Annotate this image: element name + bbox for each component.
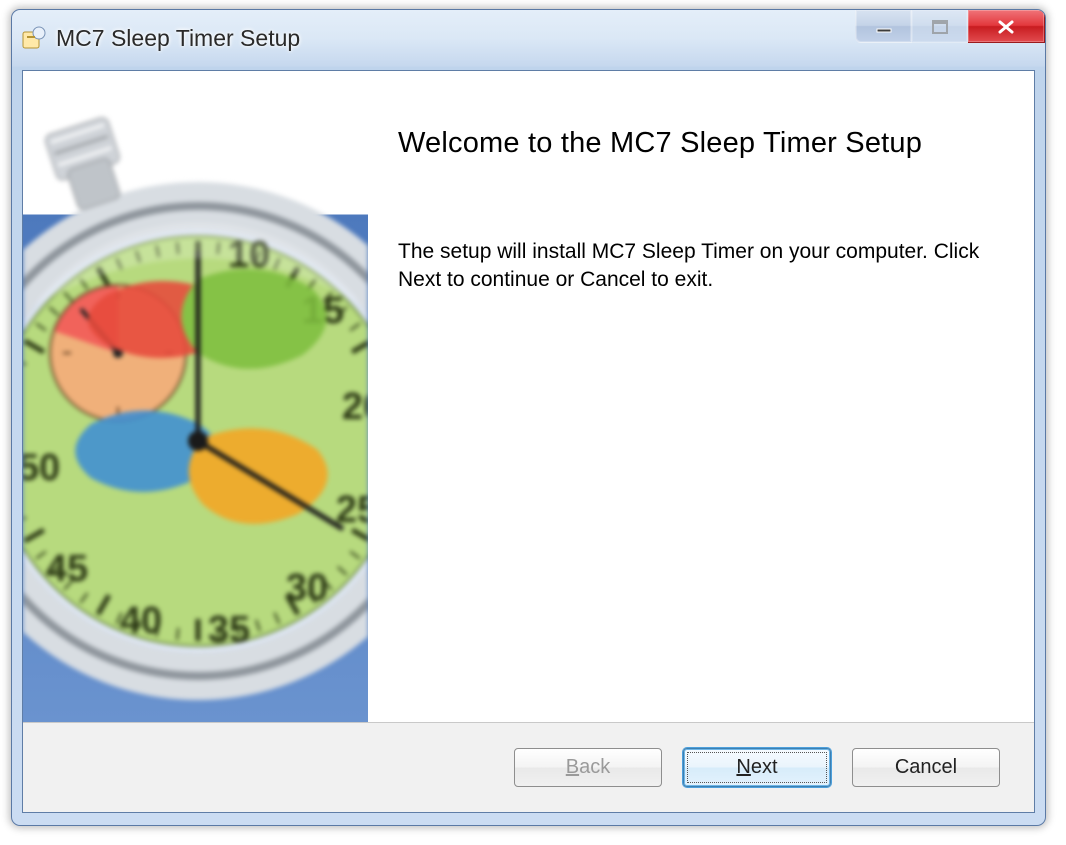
wizard-body: 10 15 20 25 30 35 40 45 50 [23,71,1034,723]
svg-text:40: 40 [120,600,162,642]
back-button: Back [514,748,662,787]
next-button-label: ext [751,756,778,778]
client-area: 10 15 20 25 30 35 40 45 50 [22,70,1035,813]
svg-text:30: 30 [286,567,328,609]
next-button[interactable]: Next [683,748,831,787]
close-icon [996,13,1016,40]
back-button-access-key: B [566,756,579,778]
wizard-content: Welcome to the MC7 Sleep Timer Setup The… [368,71,1034,723]
wizard-heading: Welcome to the MC7 Sleep Timer Setup [398,127,1006,160]
back-button-label: ack [579,756,610,778]
minimize-icon [875,13,893,40]
svg-text:35: 35 [208,609,250,651]
maximize-icon [931,13,949,40]
window-title: MC7 Sleep Timer Setup [56,25,300,52]
cancel-button[interactable]: Cancel [852,748,1000,787]
titlebar[interactable]: MC7 Sleep Timer Setup [12,10,1045,66]
svg-text:50: 50 [23,447,60,489]
next-button-access-key: N [736,756,750,778]
close-button[interactable] [968,10,1045,43]
wizard-body-text: The setup will install MC7 Sleep Timer o… [398,238,1006,295]
svg-text:20: 20 [342,386,368,428]
maximize-button [912,10,968,43]
caption-buttons [855,10,1045,42]
svg-text:45: 45 [46,548,88,590]
installer-window: MC7 Sleep Timer Setup [11,9,1046,826]
wizard-footer: Back Next Cancel [23,722,1034,812]
wizard-banner: 10 15 20 25 30 35 40 45 50 [23,71,368,723]
minimize-button[interactable] [855,10,912,43]
installer-icon [22,26,46,50]
